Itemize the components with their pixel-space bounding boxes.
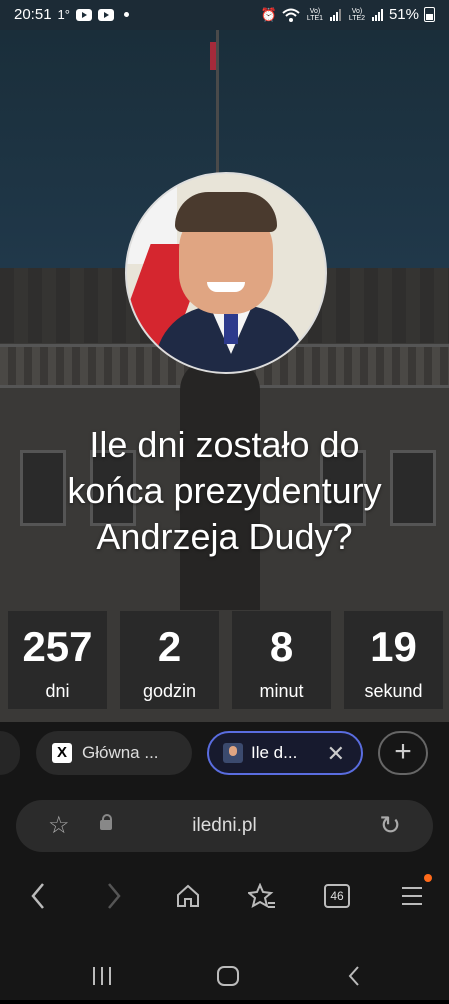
system-home-button[interactable] bbox=[204, 952, 252, 1000]
counter-days: 257 dni bbox=[8, 611, 107, 709]
title-line-3: Andrzeja Dudy? bbox=[96, 516, 353, 557]
hours-label: godzin bbox=[142, 681, 197, 701]
title-line-2: końca prezydentury bbox=[67, 470, 382, 511]
status-right: ⏰ Vo) LTE1 Vo) LTE2 51% bbox=[261, 6, 435, 23]
youtube-icon bbox=[75, 8, 92, 21]
sim1-label: Vo) LTE1 bbox=[306, 7, 324, 22]
webpage: Ile dni zostało do końca prezydentury An… bbox=[0, 30, 449, 722]
sim2-label: Vo) LTE2 bbox=[348, 7, 366, 22]
youtube-icon-2 bbox=[97, 8, 114, 21]
signal-icon-1 bbox=[329, 8, 341, 21]
battery-icon bbox=[424, 7, 435, 22]
system-back-button[interactable] bbox=[330, 952, 378, 1000]
recents-button[interactable] bbox=[78, 952, 126, 1000]
close-icon[interactable]: ✕ bbox=[327, 743, 345, 765]
bookmarks-button[interactable] bbox=[238, 872, 286, 920]
browser-chrome: X Główna ... Ile d... ✕ + ☆ iledni.pl ↻ … bbox=[0, 722, 449, 1000]
tab-label: Główna ... bbox=[82, 743, 159, 762]
seconds-label: sekund bbox=[364, 681, 423, 701]
title-line-1: Ile dni zostało do bbox=[89, 424, 360, 465]
reload-icon[interactable]: ↻ bbox=[379, 810, 401, 840]
minutes-label: minut bbox=[259, 681, 304, 701]
bookmarks-icon bbox=[246, 882, 275, 909]
minutes-value: 8 bbox=[269, 623, 294, 670]
counter-hours: 2 godzin bbox=[120, 611, 219, 709]
photo-tie bbox=[224, 314, 238, 344]
photo-smile bbox=[207, 282, 245, 292]
tab-partial[interactable] bbox=[0, 731, 20, 775]
tabs-count: 46 bbox=[324, 884, 350, 908]
back-icon bbox=[31, 883, 44, 909]
home-icon bbox=[177, 884, 199, 907]
flag bbox=[210, 42, 216, 70]
battery-percent: 51% bbox=[388, 6, 419, 23]
new-tab-button[interactable]: + bbox=[378, 731, 428, 775]
photo-hair bbox=[175, 192, 277, 232]
menu-button[interactable] bbox=[388, 872, 436, 920]
page-title: Ile dni zostało do końca prezydentury An… bbox=[0, 422, 449, 560]
forward-icon bbox=[108, 883, 121, 909]
counter-minutes: 8 minut bbox=[232, 611, 331, 709]
tab-strip: X Główna ... Ile d... ✕ + bbox=[0, 730, 449, 778]
signal-icon-2 bbox=[371, 8, 383, 21]
system-home-icon bbox=[217, 966, 239, 986]
system-navigation bbox=[0, 952, 449, 1000]
tab-label: Ile d... bbox=[251, 743, 298, 762]
menu-icon bbox=[402, 887, 422, 905]
alarm-icon: ⏰ bbox=[260, 6, 277, 22]
countdown: 257 dni 2 godzin 8 minut 19 sekund bbox=[0, 611, 449, 722]
tab-glowna[interactable]: X Główna ... bbox=[36, 731, 192, 775]
menu-notification-dot bbox=[424, 874, 432, 882]
url-text[interactable]: iledni.pl bbox=[16, 815, 433, 837]
address-bar[interactable]: ☆ iledni.pl ↻ bbox=[16, 800, 433, 852]
forward-button[interactable] bbox=[90, 872, 138, 920]
x-logo-icon: X bbox=[52, 743, 72, 763]
recents-icon bbox=[93, 967, 111, 985]
seconds-value: 19 bbox=[370, 623, 417, 670]
tab-ile-dni[interactable]: Ile d... ✕ bbox=[207, 731, 363, 775]
days-label: dni bbox=[45, 681, 70, 701]
temperature: 1° bbox=[57, 7, 70, 22]
hours-value: 2 bbox=[157, 623, 182, 670]
status-bar: 20:51 1° ⏰ Vo) LTE1 Vo) LTE2 51% bbox=[0, 0, 449, 30]
tabs-button[interactable]: 46 bbox=[312, 872, 360, 920]
counter-seconds: 19 sekund bbox=[344, 611, 443, 709]
president-photo bbox=[125, 172, 327, 374]
home-button[interactable] bbox=[164, 872, 212, 920]
flagpole bbox=[216, 30, 219, 190]
favicon-icon bbox=[223, 743, 243, 763]
browser-toolbar: 46 bbox=[0, 872, 449, 920]
days-value: 257 bbox=[22, 623, 93, 670]
notification-dot-icon bbox=[123, 12, 129, 17]
system-back-icon bbox=[348, 966, 359, 986]
wifi-icon bbox=[282, 8, 300, 22]
back-button[interactable] bbox=[14, 872, 62, 920]
clock: 20:51 bbox=[14, 6, 52, 23]
status-left: 20:51 1° bbox=[14, 6, 129, 23]
